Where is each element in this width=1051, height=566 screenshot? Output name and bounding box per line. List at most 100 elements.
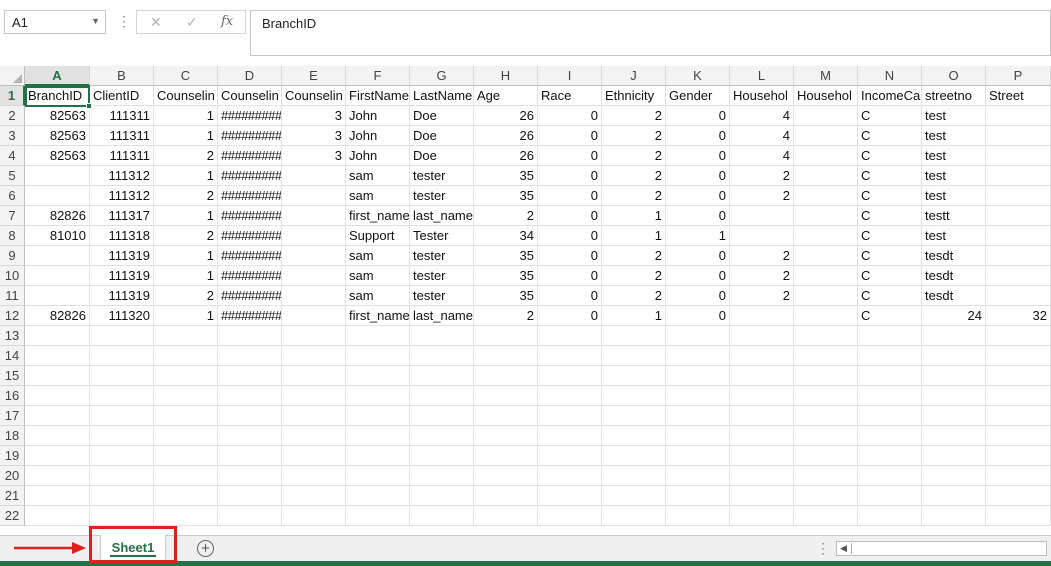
cell-i4[interactable]: 0 <box>538 146 602 166</box>
cell-i3[interactable]: 0 <box>538 126 602 146</box>
cell-p21[interactable] <box>986 486 1051 506</box>
column-header-k[interactable]: K <box>666 66 730 86</box>
cell-c6[interactable]: 2 <box>154 186 218 206</box>
cell-o16[interactable] <box>922 386 986 406</box>
cell-g3[interactable]: Doe <box>410 126 474 146</box>
cell-p16[interactable] <box>986 386 1051 406</box>
column-header-f[interactable]: F <box>346 66 410 86</box>
cell-f13[interactable] <box>346 326 410 346</box>
cell-e6[interactable] <box>282 186 346 206</box>
cell-a12[interactable]: 82826 <box>25 306 90 326</box>
row-header-1[interactable]: 1 <box>0 86 25 106</box>
cell-b17[interactable] <box>90 406 154 426</box>
cell-i11[interactable]: 0 <box>538 286 602 306</box>
cell-m5[interactable] <box>794 166 858 186</box>
row-header-15[interactable]: 15 <box>0 366 25 386</box>
cell-e9[interactable] <box>282 246 346 266</box>
cell-a4[interactable]: 82563 <box>25 146 90 166</box>
cell-a8[interactable]: 81010 <box>25 226 90 246</box>
cell-k5[interactable]: 0 <box>666 166 730 186</box>
cell-a16[interactable] <box>25 386 90 406</box>
cell-o15[interactable] <box>922 366 986 386</box>
row-header-3[interactable]: 3 <box>0 126 25 146</box>
cell-m12[interactable] <box>794 306 858 326</box>
cell-k3[interactable]: 0 <box>666 126 730 146</box>
cell-h17[interactable] <box>474 406 538 426</box>
cell-j19[interactable] <box>602 446 666 466</box>
cell-g10[interactable]: tester <box>410 266 474 286</box>
cell-m11[interactable] <box>794 286 858 306</box>
cell-g15[interactable] <box>410 366 474 386</box>
cell-m16[interactable] <box>794 386 858 406</box>
cell-m20[interactable] <box>794 466 858 486</box>
cell-b3[interactable]: 111311 <box>90 126 154 146</box>
cell-p5[interactable] <box>986 166 1051 186</box>
cell-i12[interactable]: 0 <box>538 306 602 326</box>
row-header-9[interactable]: 9 <box>0 246 25 266</box>
column-header-n[interactable]: N <box>858 66 922 86</box>
checkmark-icon[interactable]: ✓ <box>186 14 198 31</box>
cell-c1[interactable]: Counselin <box>154 86 218 106</box>
cell-i6[interactable]: 0 <box>538 186 602 206</box>
cell-c5[interactable]: 1 <box>154 166 218 186</box>
cell-l17[interactable] <box>730 406 794 426</box>
cell-j18[interactable] <box>602 426 666 446</box>
cell-l12[interactable] <box>730 306 794 326</box>
cell-j9[interactable]: 2 <box>602 246 666 266</box>
cell-o17[interactable] <box>922 406 986 426</box>
cell-n12[interactable]: C <box>858 306 922 326</box>
cell-p8[interactable] <box>986 226 1051 246</box>
cell-m19[interactable] <box>794 446 858 466</box>
cell-f5[interactable]: sam <box>346 166 410 186</box>
row-header-20[interactable]: 20 <box>0 466 25 486</box>
cell-a21[interactable] <box>25 486 90 506</box>
cell-h22[interactable] <box>474 506 538 526</box>
cell-k12[interactable]: 0 <box>666 306 730 326</box>
cell-j4[interactable]: 2 <box>602 146 666 166</box>
cell-j1[interactable]: Ethnicity <box>602 86 666 106</box>
cell-i7[interactable]: 0 <box>538 206 602 226</box>
row-header-7[interactable]: 7 <box>0 206 25 226</box>
cell-n20[interactable] <box>858 466 922 486</box>
cell-h18[interactable] <box>474 426 538 446</box>
cell-a2[interactable]: 82563 <box>25 106 90 126</box>
cell-h4[interactable]: 26 <box>474 146 538 166</box>
cell-p12[interactable]: 32 <box>986 306 1051 326</box>
cell-p11[interactable] <box>986 286 1051 306</box>
cell-o20[interactable] <box>922 466 986 486</box>
cell-p14[interactable] <box>986 346 1051 366</box>
cell-a5[interactable] <box>25 166 90 186</box>
cell-f22[interactable] <box>346 506 410 526</box>
cell-l22[interactable] <box>730 506 794 526</box>
row-header-12[interactable]: 12 <box>0 306 25 326</box>
cell-i9[interactable]: 0 <box>538 246 602 266</box>
cell-h19[interactable] <box>474 446 538 466</box>
cell-l16[interactable] <box>730 386 794 406</box>
row-header-10[interactable]: 10 <box>0 266 25 286</box>
cell-i20[interactable] <box>538 466 602 486</box>
cell-o3[interactable]: test <box>922 126 986 146</box>
cell-i18[interactable] <box>538 426 602 446</box>
column-header-b[interactable]: B <box>90 66 154 86</box>
cell-f14[interactable] <box>346 346 410 366</box>
cell-k8[interactable]: 1 <box>666 226 730 246</box>
row-header-2[interactable]: 2 <box>0 106 25 126</box>
cell-a3[interactable]: 82563 <box>25 126 90 146</box>
cell-a14[interactable] <box>25 346 90 366</box>
cell-c11[interactable]: 2 <box>154 286 218 306</box>
cell-b7[interactable]: 111317 <box>90 206 154 226</box>
cell-o14[interactable] <box>922 346 986 366</box>
cell-i15[interactable] <box>538 366 602 386</box>
cell-e14[interactable] <box>282 346 346 366</box>
cell-h14[interactable] <box>474 346 538 366</box>
cell-d6[interactable]: ######### <box>218 186 282 206</box>
cell-m13[interactable] <box>794 326 858 346</box>
cell-c16[interactable] <box>154 386 218 406</box>
cell-c21[interactable] <box>154 486 218 506</box>
cell-f20[interactable] <box>346 466 410 486</box>
cell-b1[interactable]: ClientID <box>90 86 154 106</box>
cell-n1[interactable]: IncomeCa <box>858 86 922 106</box>
cell-n18[interactable] <box>858 426 922 446</box>
cell-m10[interactable] <box>794 266 858 286</box>
cell-b20[interactable] <box>90 466 154 486</box>
